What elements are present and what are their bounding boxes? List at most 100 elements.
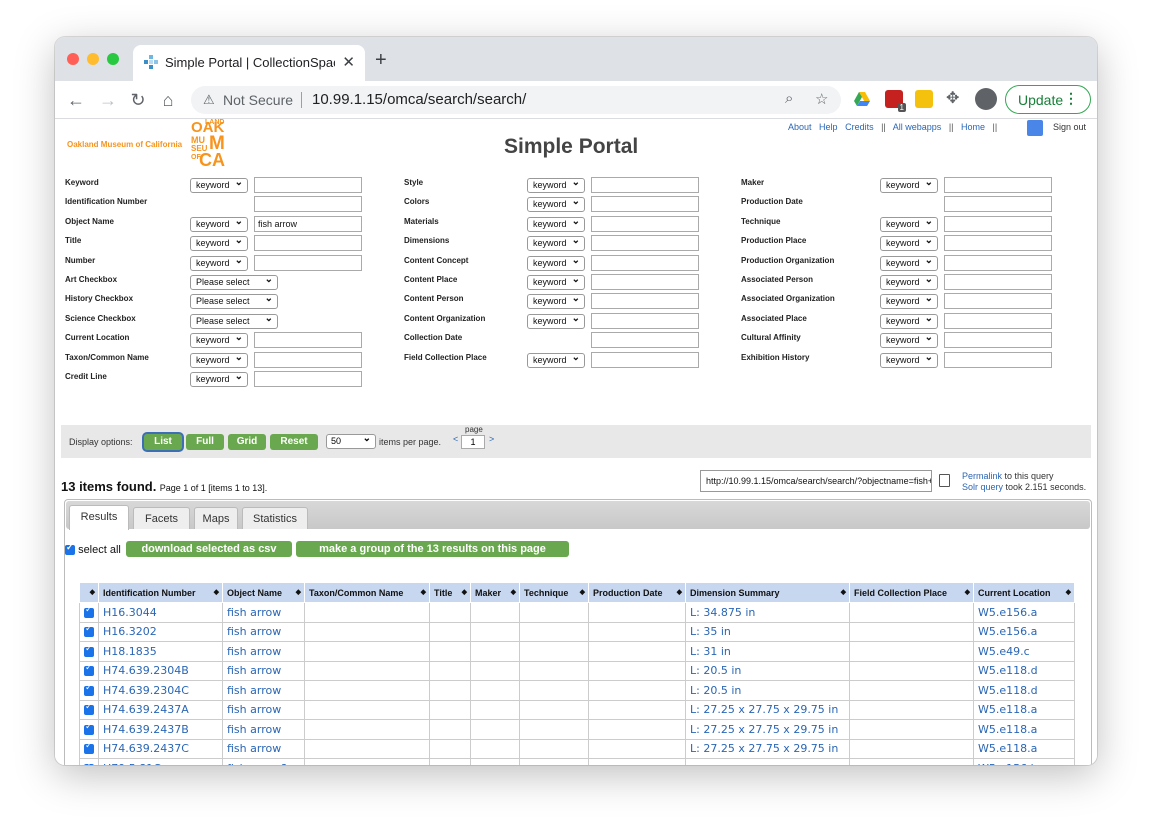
tab-statistics[interactable]: Statistics: [242, 507, 308, 529]
table-cell[interactable]: W5.e156.a: [973, 621, 1075, 642]
column-header-title[interactable]: Title ◆: [429, 582, 471, 603]
sign-out-link[interactable]: Sign out: [1053, 122, 1086, 132]
cultural-affinity-input[interactable]: [944, 332, 1052, 349]
row-checkbox[interactable]: [84, 605, 94, 618]
art-checkbox-operator-select[interactable]: Please select: [190, 273, 278, 290]
dimensions-operator-select[interactable]: keyword: [527, 234, 585, 252]
content-person-input[interactable]: [591, 293, 699, 310]
sort-icon[interactable]: ◆: [511, 588, 516, 596]
content-place-operator-select[interactable]: keyword: [527, 273, 585, 290]
table-cell[interactable]: L: 34.875 in: [685, 602, 850, 623]
all-webapps-link[interactable]: All webapps: [893, 122, 942, 132]
table-cell[interactable]: H79.5.81C: [98, 758, 223, 765]
table-cell[interactable]: fish arrow: [222, 602, 305, 623]
maker-input[interactable]: [944, 177, 1052, 193]
content-place-input[interactable]: [591, 274, 699, 290]
table-cell[interactable]: L: 20.5 in: [685, 660, 850, 681]
google-drive-icon[interactable]: [853, 90, 871, 108]
full-button[interactable]: Full: [186, 434, 224, 450]
table-cell[interactable]: W5.e156.b: [973, 758, 1075, 765]
content-concept-input[interactable]: [591, 254, 699, 271]
materials-operator-select[interactable]: keyword: [527, 215, 585, 232]
content-person-operator-select[interactable]: keyword: [527, 292, 585, 310]
table-cell[interactable]: fish arrow: [222, 699, 305, 720]
prev-page-link[interactable]: <: [453, 434, 458, 444]
table-cell[interactable]: W5.e156.a: [973, 602, 1075, 623]
table-cell[interactable]: H74.639.2437A: [98, 699, 223, 720]
table-cell[interactable]: fish arrow?: [222, 758, 305, 765]
content-organization-operator-select[interactable]: keyword: [527, 312, 585, 329]
reload-icon[interactable]: ↻: [125, 87, 151, 113]
associated-place-input[interactable]: [944, 312, 1052, 329]
table-cell[interactable]: L: 35 in: [685, 621, 850, 642]
sort-icon[interactable]: ◆: [965, 588, 970, 596]
production-place-operator-select[interactable]: keyword: [880, 234, 938, 252]
zoom-icon[interactable]: ⌕: [785, 90, 793, 107]
title-input[interactable]: [254, 235, 362, 252]
style-input[interactable]: [591, 177, 699, 193]
home-link[interactable]: Home: [961, 122, 985, 132]
current-location-input[interactable]: [254, 332, 362, 349]
url-text[interactable]: 10.99.1.15/omca/search/search/: [312, 91, 526, 108]
table-cell[interactable]: H74.639.2304B: [98, 660, 223, 681]
minimize-window-button[interactable]: [87, 53, 99, 65]
sort-icon[interactable]: ◆: [90, 588, 95, 596]
table-cell[interactable]: W5.e118.a: [973, 738, 1075, 759]
object-name-input[interactable]: fish arrow: [254, 215, 362, 232]
profile-avatar-icon[interactable]: [975, 88, 997, 110]
about-link[interactable]: About: [788, 122, 812, 132]
style-operator-select[interactable]: keyword: [527, 176, 585, 193]
help-link[interactable]: Help: [819, 122, 838, 132]
select-all[interactable]: select all: [65, 542, 121, 556]
collection-date-input[interactable]: [591, 332, 699, 349]
table-cell[interactable]: H16.3044: [98, 602, 223, 623]
permalink-url-field[interactable]: http://10.99.1.15/omca/search/search/?ob…: [700, 470, 932, 492]
production-organization-input[interactable]: [944, 254, 1052, 271]
table-cell[interactable]: H74.639.2304C: [98, 680, 223, 701]
grid-button[interactable]: Grid: [228, 434, 266, 450]
new-tab-icon[interactable]: +: [375, 49, 387, 72]
download-csv-button[interactable]: download selected as csv: [126, 541, 292, 557]
browser-tab[interactable]: Simple Portal | CollectionSpace ✕: [133, 45, 365, 81]
row-checkbox[interactable]: [84, 663, 94, 677]
science-checkbox-operator-select[interactable]: Please select: [190, 312, 278, 329]
row-checkbox[interactable]: [84, 683, 94, 696]
page-number-input[interactable]: 1: [461, 435, 485, 449]
table-cell[interactable]: fish arrow: [222, 680, 305, 701]
history-checkbox-operator-select[interactable]: Please select: [190, 292, 278, 310]
associated-organization-operator-select[interactable]: keyword: [880, 292, 938, 310]
production-place-input[interactable]: [944, 235, 1052, 252]
credit-line-input[interactable]: [254, 371, 362, 387]
back-icon[interactable]: ←: [63, 87, 89, 113]
address-bar[interactable]: ⚠ Not Secure 10.99.1.15/omca/search/sear…: [191, 86, 841, 114]
list-button[interactable]: List: [144, 434, 182, 450]
select-all-checkbox[interactable]: [65, 542, 75, 556]
table-cell[interactable]: H74.639.2437B: [98, 719, 223, 740]
content-concept-operator-select[interactable]: keyword: [527, 254, 585, 271]
tab-facets[interactable]: Facets: [133, 507, 190, 529]
table-cell[interactable]: H16.3202: [98, 621, 223, 642]
home-icon[interactable]: ⌂: [155, 87, 181, 113]
column-header-maker[interactable]: Maker ◆: [470, 582, 520, 603]
items-per-page-select[interactable]: 50: [326, 432, 376, 449]
table-cell[interactable]: fish arrow: [222, 738, 305, 759]
taxon-common-name-input[interactable]: [254, 351, 362, 368]
table-cell[interactable]: fish arrow: [222, 641, 305, 662]
dimensions-input[interactable]: [591, 235, 699, 252]
associated-person-input[interactable]: [944, 274, 1052, 290]
table-cell[interactable]: L: 27.25 x 27.75 x 29.75 in: [685, 738, 850, 759]
close-window-button[interactable]: [67, 53, 79, 65]
sort-icon[interactable]: ◆: [1066, 588, 1071, 596]
object-name-operator-select[interactable]: keyword: [190, 215, 248, 232]
row-checkbox[interactable]: [84, 722, 94, 735]
number-input[interactable]: [254, 254, 362, 271]
technique-operator-select[interactable]: keyword: [880, 215, 938, 232]
table-cell[interactable]: W5.e49.c: [973, 641, 1075, 662]
sort-icon[interactable]: ◆: [421, 588, 426, 596]
tab-results[interactable]: Results: [69, 505, 129, 530]
colors-input[interactable]: [591, 196, 699, 213]
associated-place-operator-select[interactable]: keyword: [880, 312, 938, 329]
table-cell[interactable]: W5.e118.a: [973, 699, 1075, 720]
colors-operator-select[interactable]: keyword: [527, 195, 585, 213]
production-date-input[interactable]: [944, 196, 1052, 213]
